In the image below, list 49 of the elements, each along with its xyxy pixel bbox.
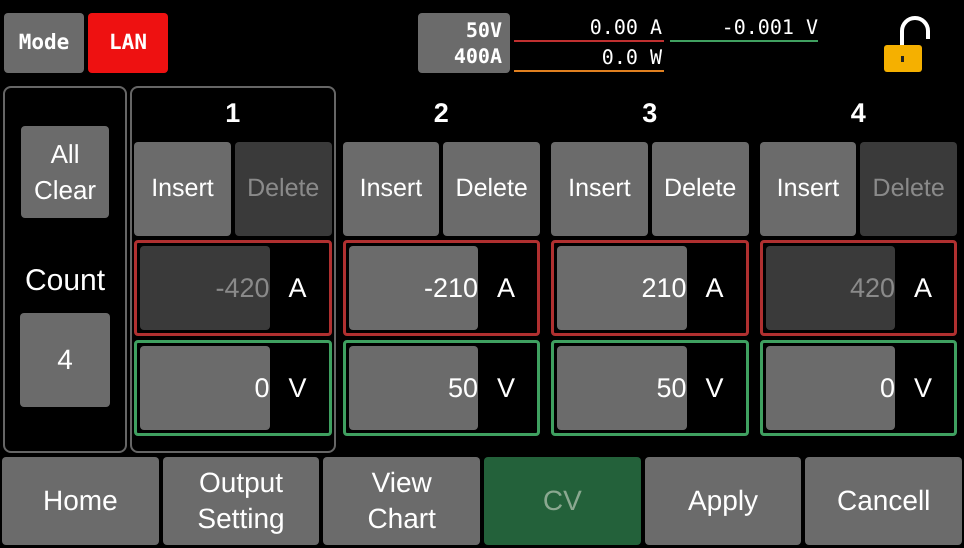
- all-clear-button[interactable]: All Clear: [21, 126, 110, 218]
- field-value: 0: [880, 372, 896, 405]
- step-number: 3: [642, 96, 658, 130]
- unit-label: A: [706, 272, 724, 305]
- insert-button[interactable]: Insert: [342, 142, 440, 236]
- padlock-open-icon[interactable]: [882, 15, 932, 73]
- delete-button[interactable]: Delete: [652, 142, 749, 236]
- current-field[interactable]: 210 A: [551, 240, 749, 336]
- field-value: -420: [216, 272, 270, 305]
- voltage-field[interactable]: 0 V: [760, 340, 958, 436]
- voltage-reading: -0.001 V: [670, 13, 818, 42]
- nav-button[interactable]: View Chart: [323, 457, 480, 545]
- nav-button[interactable]: Output Setting: [162, 457, 320, 545]
- field-value: 50: [448, 372, 478, 405]
- step-column-selected[interactable]: 1 Insert Delete -420 A 0 V: [130, 86, 336, 453]
- unit-label: A: [914, 272, 932, 305]
- interface-badge: LAN: [88, 13, 168, 73]
- current-field[interactable]: -210 A: [342, 240, 540, 336]
- unit-label: V: [497, 372, 516, 405]
- unit-label: A: [288, 272, 307, 305]
- field-value: 420: [850, 272, 896, 305]
- field-value: 0: [254, 372, 270, 405]
- count-label: Count: [25, 263, 106, 299]
- nav-button[interactable]: Home: [2, 457, 159, 545]
- field-value: -210: [424, 272, 478, 305]
- range-voltage: 50V: [466, 17, 502, 43]
- step-number: 1: [225, 96, 240, 130]
- unit-label: V: [914, 372, 932, 405]
- insert-button[interactable]: Insert: [134, 142, 231, 236]
- step-number: 2: [434, 96, 449, 130]
- unit-label: V: [288, 372, 307, 405]
- mode-button[interactable]: Mode: [4, 13, 84, 73]
- count-value[interactable]: 4: [20, 313, 110, 407]
- voltage-field[interactable]: 0 V: [134, 340, 332, 436]
- power-reading: 0.0 W: [514, 44, 664, 72]
- nav-button[interactable]: Apply: [644, 457, 802, 545]
- range-current: 400A: [454, 43, 502, 69]
- unit-label: A: [497, 272, 516, 305]
- delete-button[interactable]: Delete: [443, 142, 540, 236]
- field-value: 210: [641, 272, 687, 305]
- unit-label: V: [706, 372, 724, 405]
- voltage-field[interactable]: 50 V: [551, 340, 749, 436]
- current-reading: 0.00 A: [514, 13, 664, 42]
- insert-button[interactable]: Insert: [551, 142, 648, 236]
- field-value: 50: [656, 372, 687, 405]
- voltage-field[interactable]: 50 V: [342, 340, 540, 436]
- step-number: 4: [850, 96, 866, 130]
- nav-button[interactable]: Cancell: [805, 457, 962, 545]
- insert-button[interactable]: Insert: [760, 142, 856, 236]
